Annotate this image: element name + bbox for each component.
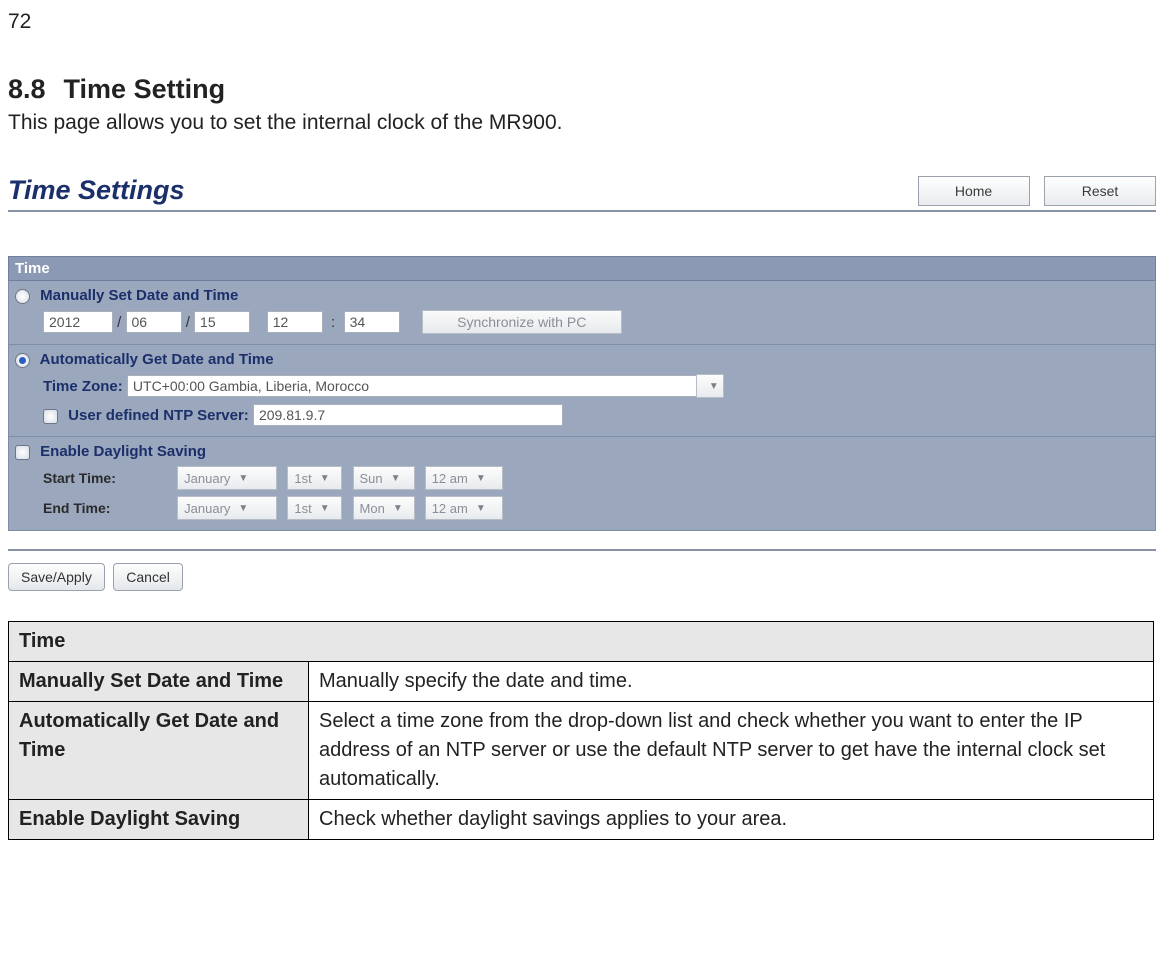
ntp-label: User defined NTP Server:	[68, 407, 249, 424]
end-time-label: End Time:	[43, 500, 173, 516]
table-row: Enable Daylight Saving Check whether day…	[9, 800, 1154, 840]
date-sep: /	[117, 314, 121, 331]
panel-title: Time Settings	[8, 175, 185, 206]
end-month-select[interactable]: January▼	[177, 496, 277, 520]
end-hour-select[interactable]: 12 am▼	[425, 496, 503, 520]
year-field[interactable]	[43, 311, 113, 333]
section-heading: 8.8 Time Setting	[8, 74, 1156, 105]
start-hour-select[interactable]: 12 am▼	[425, 466, 503, 490]
chevron-down-icon: ▼	[709, 381, 719, 392]
start-time-label: Start Time:	[43, 470, 173, 486]
start-week-select[interactable]: 1st▼	[287, 466, 342, 490]
row-name: Manually Set Date and Time	[9, 662, 309, 702]
timezone-select[interactable]	[127, 375, 697, 397]
save-apply-button[interactable]: Save/Apply	[8, 563, 105, 591]
row-name: Automatically Get Date and Time	[9, 702, 309, 800]
manual-time-row: Manually Set Date and Time / / : Synchro…	[8, 281, 1156, 345]
month-field[interactable]	[126, 311, 182, 333]
table-row: Automatically Get Date and Time Select a…	[9, 702, 1154, 800]
auto-label: Automatically Get Date and Time	[40, 351, 274, 368]
section-number: 8.8	[8, 74, 46, 104]
radio-manual[interactable]	[15, 289, 30, 304]
minute-field[interactable]	[344, 311, 400, 333]
time-settings-screenshot: Time Settings Home Reset Time Manually S…	[8, 173, 1156, 591]
chevron-down-icon: ▼	[393, 503, 403, 514]
time-sep: :	[331, 314, 335, 331]
row-name: Enable Daylight Saving	[9, 800, 309, 840]
chevron-down-icon: ▼	[238, 473, 248, 484]
auto-time-row: Automatically Get Date and Time Time Zon…	[8, 345, 1156, 437]
hour-field[interactable]	[267, 311, 323, 333]
chevron-down-icon: ▼	[476, 473, 486, 484]
table-row: Manually Set Date and Time Manually spec…	[9, 662, 1154, 702]
row-desc: Select a time zone from the drop-down li…	[309, 702, 1154, 800]
daylight-label: Enable Daylight Saving	[40, 443, 206, 460]
ntp-checkbox[interactable]	[43, 409, 58, 424]
start-day-select[interactable]: Sun▼	[353, 466, 415, 490]
daylight-row: Enable Daylight Saving Start Time: Janua…	[8, 437, 1156, 531]
row-desc: Check whether daylight savings applies t…	[309, 800, 1154, 840]
cancel-button[interactable]: Cancel	[113, 563, 183, 591]
end-week-select[interactable]: 1st▼	[287, 496, 342, 520]
table-header: Time	[9, 622, 1154, 662]
reset-button[interactable]: Reset	[1044, 176, 1156, 206]
page-number: 72	[8, 10, 1156, 34]
date-sep: /	[186, 314, 190, 331]
radio-auto[interactable]	[15, 353, 30, 368]
chevron-down-icon: ▼	[391, 473, 401, 484]
start-month-select[interactable]: January▼	[177, 466, 277, 490]
description-table: Time Manually Set Date and Time Manually…	[8, 621, 1154, 840]
time-section-header: Time	[8, 256, 1156, 281]
section-title: Time Setting	[64, 74, 226, 104]
day-field[interactable]	[194, 311, 250, 333]
row-desc: Manually specify the date and time.	[309, 662, 1154, 702]
chevron-down-icon: ▼	[320, 503, 330, 514]
section-description: This page allows you to set the internal…	[8, 111, 1156, 135]
timezone-label: Time Zone:	[43, 378, 123, 395]
daylight-checkbox[interactable]	[15, 445, 30, 460]
ntp-server-field[interactable]	[253, 404, 563, 426]
manual-label: Manually Set Date and Time	[40, 287, 238, 304]
end-day-select[interactable]: Mon▼	[353, 496, 415, 520]
chevron-down-icon: ▼	[320, 473, 330, 484]
sync-with-pc-button[interactable]: Synchronize with PC	[422, 310, 622, 334]
chevron-down-icon: ▼	[238, 503, 248, 514]
home-button[interactable]: Home	[918, 176, 1030, 206]
chevron-down-icon: ▼	[476, 503, 486, 514]
